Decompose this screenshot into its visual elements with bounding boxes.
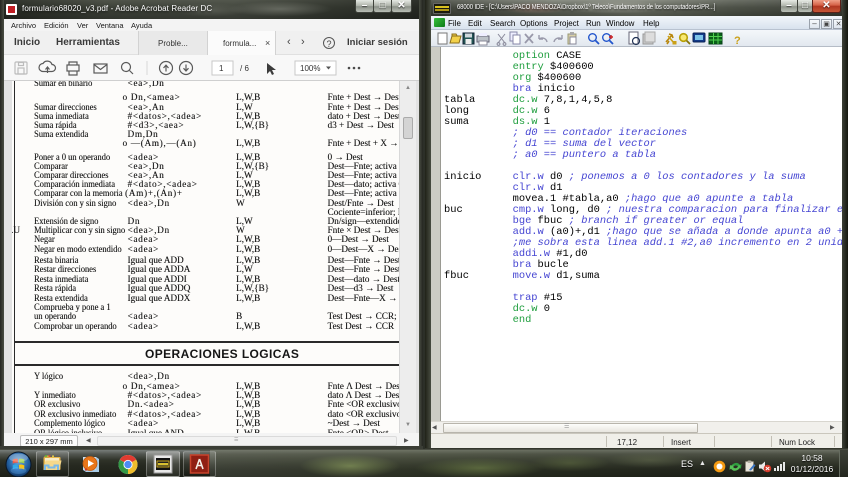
svg-text:?: ? [734,35,741,47]
svg-text:1: 1 [219,64,224,73]
svg-text:100%: 100% [300,64,320,73]
svg-text:/ 6: / 6 [240,64,249,73]
